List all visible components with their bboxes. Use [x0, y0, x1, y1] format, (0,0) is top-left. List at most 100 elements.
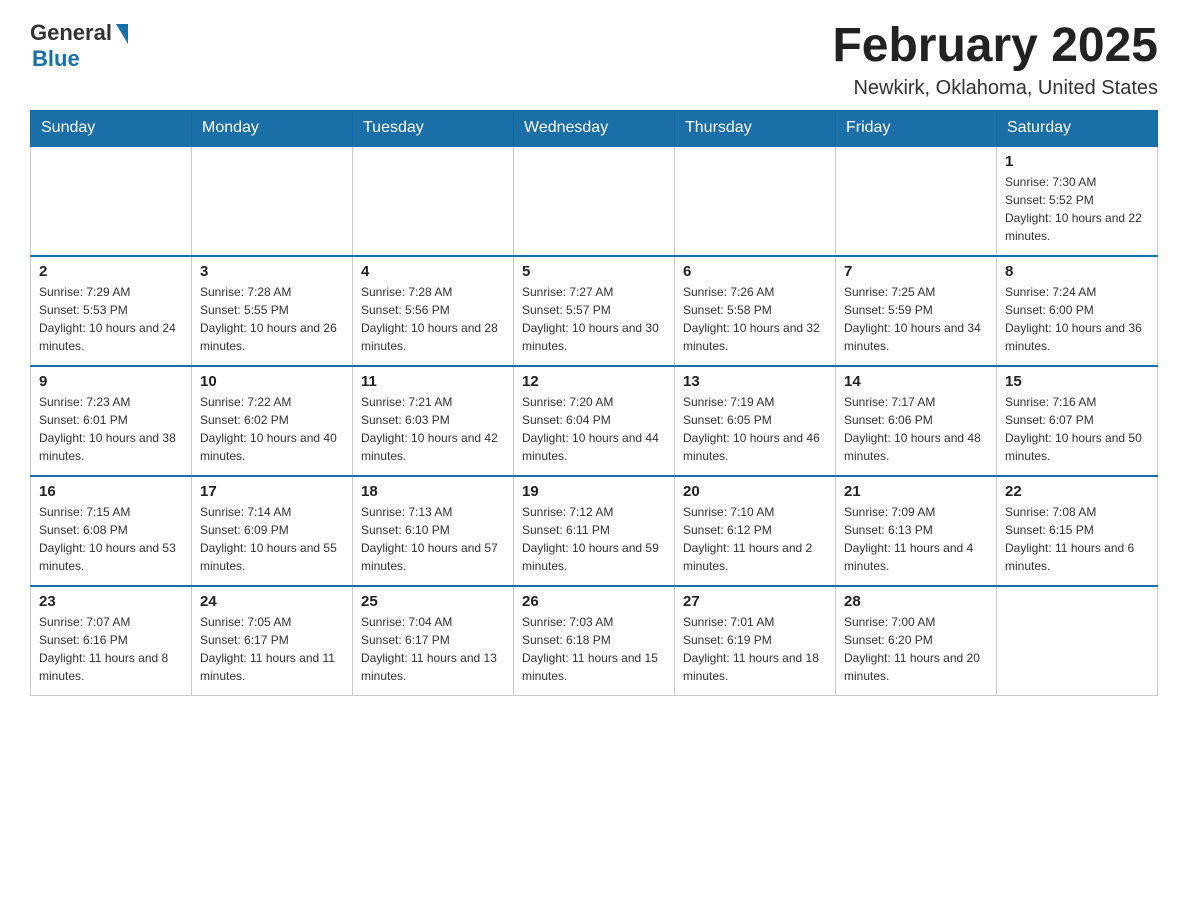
day-sun-info: Sunrise: 7:01 AMSunset: 6:19 PMDaylight:… [683, 613, 827, 685]
month-title: February 2025 [832, 20, 1158, 73]
week-row-5: 23 Sunrise: 7:07 AMSunset: 6:16 PMDayligh… [31, 586, 1158, 696]
logo: General Blue [30, 20, 128, 72]
calendar-cell: 15 Sunrise: 7:16 AMSunset: 6:07 PMDayligh… [997, 366, 1158, 476]
calendar-cell: 1 Sunrise: 7:30 AMSunset: 5:52 PMDaylight… [997, 146, 1158, 256]
week-row-3: 9 Sunrise: 7:23 AMSunset: 6:01 PMDaylight… [31, 366, 1158, 476]
day-sun-info: Sunrise: 7:09 AMSunset: 6:13 PMDaylight:… [844, 503, 988, 575]
week-row-2: 2 Sunrise: 7:29 AMSunset: 5:53 PMDaylight… [31, 256, 1158, 366]
header-saturday: Saturday [997, 110, 1158, 146]
day-sun-info: Sunrise: 7:07 AMSunset: 6:16 PMDaylight:… [39, 613, 183, 685]
calendar-cell: 9 Sunrise: 7:23 AMSunset: 6:01 PMDaylight… [31, 366, 192, 476]
day-number: 10 [200, 373, 344, 390]
day-number: 16 [39, 483, 183, 500]
calendar-cell: 5 Sunrise: 7:27 AMSunset: 5:57 PMDaylight… [514, 256, 675, 366]
weekday-header-row: Sunday Monday Tuesday Wednesday Thursday… [31, 110, 1158, 146]
day-number: 19 [522, 483, 666, 500]
day-sun-info: Sunrise: 7:04 AMSunset: 6:17 PMDaylight:… [361, 613, 505, 685]
calendar-cell [997, 586, 1158, 696]
day-number: 25 [361, 593, 505, 610]
day-sun-info: Sunrise: 7:28 AMSunset: 5:55 PMDaylight:… [200, 283, 344, 355]
header-monday: Monday [192, 110, 353, 146]
day-sun-info: Sunrise: 7:22 AMSunset: 6:02 PMDaylight:… [200, 393, 344, 465]
calendar-cell [514, 146, 675, 256]
calendar-cell: 10 Sunrise: 7:22 AMSunset: 6:02 PMDayligh… [192, 366, 353, 476]
calendar-cell: 14 Sunrise: 7:17 AMSunset: 6:06 PMDayligh… [836, 366, 997, 476]
calendar-cell: 16Sunrise: 7:15 AMSunset: 6:08 PMDayligh… [31, 476, 192, 586]
header-friday: Friday [836, 110, 997, 146]
day-number: 18 [361, 483, 505, 500]
day-sun-info: Sunrise: 7:19 AMSunset: 6:05 PMDaylight:… [683, 393, 827, 465]
calendar-cell [353, 146, 514, 256]
day-number: 21 [844, 483, 988, 500]
day-number: 20 [683, 483, 827, 500]
location-text: Newkirk, Oklahoma, United States [832, 77, 1158, 100]
day-sun-info: Sunrise: 7:28 AMSunset: 5:56 PMDaylight:… [361, 283, 505, 355]
day-number: 14 [844, 373, 988, 390]
day-number: 13 [683, 373, 827, 390]
calendar-cell: 20 Sunrise: 7:10 AMSunset: 6:12 PMDayligh… [675, 476, 836, 586]
page-header: General Blue February 2025 Newkirk, Okla… [30, 20, 1158, 100]
day-number: 24 [200, 593, 344, 610]
day-sun-info: Sunrise: 7:00 AMSunset: 6:20 PMDaylight:… [844, 613, 988, 685]
calendar-cell: 28 Sunrise: 7:00 AMSunset: 6:20 PMDayligh… [836, 586, 997, 696]
day-sun-info: Sunrise: 7:20 AMSunset: 6:04 PMDaylight:… [522, 393, 666, 465]
day-sun-info: Sunrise: 7:26 AMSunset: 5:58 PMDaylight:… [683, 283, 827, 355]
day-number: 26 [522, 593, 666, 610]
day-sun-info: Sunrise: 7:16 AMSunset: 6:07 PMDaylight:… [1005, 393, 1149, 465]
day-sun-info: Sunrise: 7:30 AMSunset: 5:52 PMDaylight:… [1005, 173, 1149, 245]
day-sun-info: Sunrise: 7:17 AMSunset: 6:06 PMDaylight:… [844, 393, 988, 465]
day-number: 6 [683, 263, 827, 280]
calendar-cell: 3Sunrise: 7:28 AMSunset: 5:55 PMDaylight… [192, 256, 353, 366]
week-row-4: 16Sunrise: 7:15 AMSunset: 6:08 PMDayligh… [31, 476, 1158, 586]
day-sun-info: Sunrise: 7:10 AMSunset: 6:12 PMDaylight:… [683, 503, 827, 575]
day-number: 9 [39, 373, 183, 390]
day-number: 8 [1005, 263, 1149, 280]
calendar-cell [192, 146, 353, 256]
day-number: 22 [1005, 483, 1149, 500]
logo-general-text: General [30, 20, 112, 46]
calendar-cell: 4Sunrise: 7:28 AMSunset: 5:56 PMDaylight… [353, 256, 514, 366]
calendar-cell: 7Sunrise: 7:25 AMSunset: 5:59 PMDaylight… [836, 256, 997, 366]
day-sun-info: Sunrise: 7:29 AMSunset: 5:53 PMDaylight:… [39, 283, 183, 355]
logo-blue-text: Blue [32, 46, 80, 72]
header-wednesday: Wednesday [514, 110, 675, 146]
day-number: 11 [361, 373, 505, 390]
day-number: 1 [1005, 153, 1149, 170]
calendar-cell [675, 146, 836, 256]
calendar-cell: 21 Sunrise: 7:09 AMSunset: 6:13 PMDayligh… [836, 476, 997, 586]
day-sun-info: Sunrise: 7:12 AMSunset: 6:11 PMDaylight:… [522, 503, 666, 575]
calendar-cell [836, 146, 997, 256]
day-sun-info: Sunrise: 7:25 AMSunset: 5:59 PMDaylight:… [844, 283, 988, 355]
day-number: 5 [522, 263, 666, 280]
day-sun-info: Sunrise: 7:03 AMSunset: 6:18 PMDaylight:… [522, 613, 666, 685]
header-sunday: Sunday [31, 110, 192, 146]
calendar-cell: 19 Sunrise: 7:12 AMSunset: 6:11 PMDayligh… [514, 476, 675, 586]
day-sun-info: Sunrise: 7:21 AMSunset: 6:03 PMDaylight:… [361, 393, 505, 465]
calendar-cell: 18 Sunrise: 7:13 AMSunset: 6:10 PMDayligh… [353, 476, 514, 586]
day-sun-info: Sunrise: 7:05 AMSunset: 6:17 PMDaylight:… [200, 613, 344, 685]
day-sun-info: Sunrise: 7:24 AMSunset: 6:00 PMDaylight:… [1005, 283, 1149, 355]
calendar-cell: 26 Sunrise: 7:03 AMSunset: 6:18 PMDayligh… [514, 586, 675, 696]
calendar-table: Sunday Monday Tuesday Wednesday Thursday… [30, 110, 1158, 697]
day-number: 28 [844, 593, 988, 610]
week-row-1: 1 Sunrise: 7:30 AMSunset: 5:52 PMDaylight… [31, 146, 1158, 256]
calendar-cell: 23 Sunrise: 7:07 AMSunset: 6:16 PMDayligh… [31, 586, 192, 696]
day-number: 12 [522, 373, 666, 390]
day-number: 23 [39, 593, 183, 610]
title-block: February 2025 Newkirk, Oklahoma, United … [832, 20, 1158, 100]
day-number: 27 [683, 593, 827, 610]
logo-arrow-icon [116, 24, 128, 44]
calendar-cell [31, 146, 192, 256]
day-number: 2 [39, 263, 183, 280]
calendar-cell: 27 Sunrise: 7:01 AMSunset: 6:19 PMDayligh… [675, 586, 836, 696]
calendar-cell: 17Sunrise: 7:14 AMSunset: 6:09 PMDayligh… [192, 476, 353, 586]
day-number: 15 [1005, 373, 1149, 390]
day-sun-info: Sunrise: 7:23 AMSunset: 6:01 PMDaylight:… [39, 393, 183, 465]
day-sun-info: Sunrise: 7:08 AMSunset: 6:15 PMDaylight:… [1005, 503, 1149, 575]
day-sun-info: Sunrise: 7:13 AMSunset: 6:10 PMDaylight:… [361, 503, 505, 575]
day-number: 17 [200, 483, 344, 500]
calendar-cell: 22 Sunrise: 7:08 AMSunset: 6:15 PMDayligh… [997, 476, 1158, 586]
header-tuesday: Tuesday [353, 110, 514, 146]
calendar-cell: 6 Sunrise: 7:26 AMSunset: 5:58 PMDaylight… [675, 256, 836, 366]
day-sun-info: Sunrise: 7:27 AMSunset: 5:57 PMDaylight:… [522, 283, 666, 355]
